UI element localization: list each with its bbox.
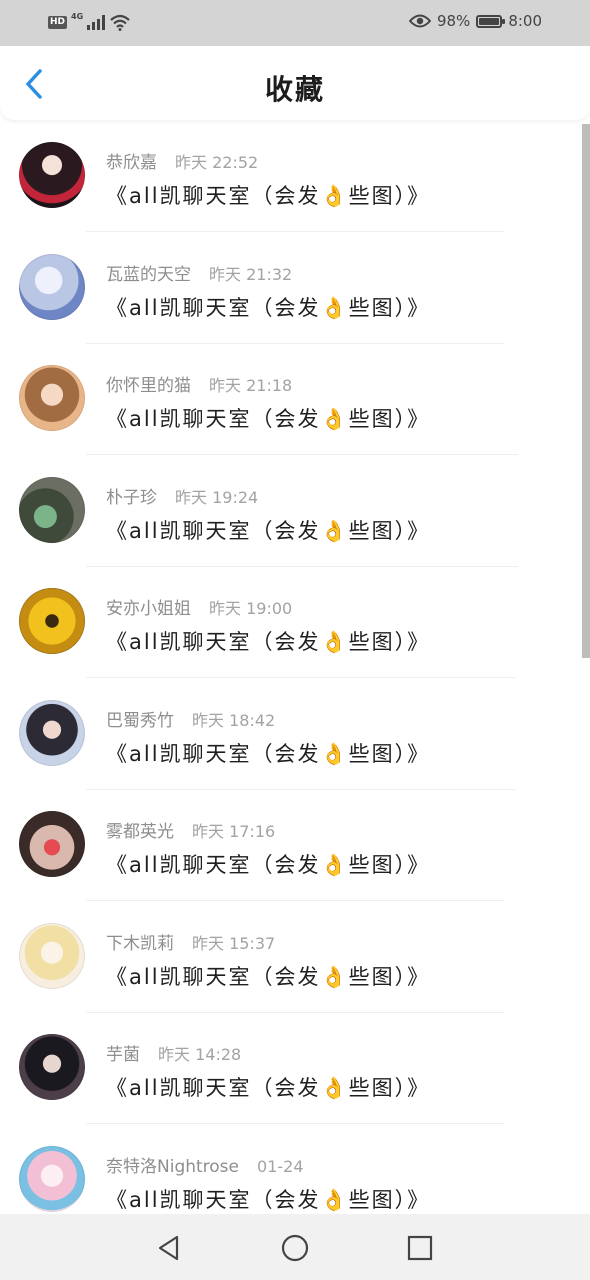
favorite-meta: 朴子珍 昨天 19:24 xyxy=(106,483,258,508)
favorite-message[interactable]: 《all凯聊天室（会发👌些图）》 xyxy=(106,961,430,991)
network-type: 4G xyxy=(71,11,84,21)
avatar[interactable] xyxy=(19,699,85,766)
timestamp: 昨天 21:32 xyxy=(209,264,293,284)
favorite-row[interactable]: 奈特洛Nightrose 01-24 《all凯聊天室（会发👌些图）》 xyxy=(0,1124,580,1215)
favorite-meta: 雾都英光 昨天 17:16 xyxy=(106,817,275,842)
favorite-message[interactable]: 《all凯聊天室（会发👌些图）》 xyxy=(106,738,430,768)
timestamp: 昨天 19:24 xyxy=(175,487,259,507)
author-name[interactable]: 奈特洛Nightrose xyxy=(106,1157,239,1177)
circle-home-icon xyxy=(281,1234,309,1262)
timestamp: 01-24 xyxy=(257,1156,304,1176)
timestamp: 昨天 17:16 xyxy=(192,822,276,841)
avatar[interactable] xyxy=(19,142,85,208)
favorite-message[interactable]: 《all凯聊天室（会发👌些图）》 xyxy=(106,1184,430,1214)
favorite-row[interactable]: 朴子珍 昨天 19:24 《all凯聊天室（会发👌些图）》 xyxy=(0,455,580,567)
nav-home-button[interactable] xyxy=(275,1228,315,1268)
favorite-meta: 巴蜀秀竹 昨天 18:42 xyxy=(106,706,275,731)
wifi-icon xyxy=(110,14,130,31)
avatar[interactable] xyxy=(19,253,85,320)
favorite-meta: 芋菌 昨天 14:28 xyxy=(106,1040,241,1065)
system-nav-bar xyxy=(0,1214,590,1280)
battery-percent: 98% xyxy=(436,12,471,30)
eye-icon xyxy=(408,14,431,28)
avatar[interactable] xyxy=(19,1145,85,1212)
page-title: 收藏 xyxy=(264,73,325,106)
triangle-back-icon xyxy=(158,1235,179,1261)
timestamp: 昨天 22:52 xyxy=(175,153,259,172)
avatar[interactable] xyxy=(19,588,85,654)
author-name[interactable]: 恭欣嘉 xyxy=(106,153,157,173)
author-name[interactable]: 芋菌 xyxy=(106,1045,140,1065)
favorite-meta: 安亦小姐姐 昨天 19:00 xyxy=(106,594,292,619)
avatar[interactable] xyxy=(19,476,85,543)
author-name[interactable]: 巴蜀秀竹 xyxy=(106,711,174,731)
favorite-meta: 瓦蓝的天空 昨天 21:32 xyxy=(106,260,292,285)
favorite-message[interactable]: 《all凯聊天室（会发👌些图）》 xyxy=(106,292,430,322)
nav-recents-button[interactable] xyxy=(400,1228,440,1268)
hd-badge: HD xyxy=(48,15,68,29)
status-right: 98% 8:00 xyxy=(408,12,542,30)
avatar[interactable] xyxy=(19,365,85,431)
signal-icon xyxy=(87,14,106,30)
timestamp: 昨天 15:37 xyxy=(192,933,276,953)
favorite-row[interactable]: 巴蜀秀竹 昨天 18:42 《all凯聊天室（会发👌些图）》 xyxy=(0,678,580,790)
avatar[interactable] xyxy=(19,811,85,877)
author-name[interactable]: 你怀里的猫 xyxy=(106,376,191,396)
author-name[interactable]: 朴子珍 xyxy=(106,488,157,508)
favorite-row[interactable]: 下木凯莉 昨天 15:37 《all凯聊天室（会发👌些图）》 xyxy=(0,901,580,1013)
favorite-row[interactable]: 安亦小姐姐 昨天 19:00 《all凯聊天室（会发👌些图）》 xyxy=(0,566,580,678)
favorite-meta: 恭欣嘉 昨天 22:52 xyxy=(106,148,258,173)
timestamp: 昨天 14:28 xyxy=(158,1045,242,1064)
favorite-meta: 奈特洛Nightrose 01-24 xyxy=(106,1152,304,1177)
author-name[interactable]: 瓦蓝的天空 xyxy=(106,265,191,285)
author-name[interactable]: 下木凯莉 xyxy=(106,934,174,954)
favorite-row[interactable]: 雾都英光 昨天 17:16 《all凯聊天室（会发👌些图）》 xyxy=(0,789,580,901)
square-recents-icon xyxy=(407,1235,433,1261)
favorite-message[interactable]: 《all凯聊天室（会发👌些图）》 xyxy=(106,849,430,879)
scrollbar[interactable] xyxy=(582,124,590,658)
author-name[interactable]: 安亦小姐姐 xyxy=(106,599,191,619)
favorites-list: 恭欣嘉 昨天 22:52 《all凯聊天室（会发👌些图）》 瓦蓝的天空 昨天 21:32… xyxy=(0,120,590,1214)
avatar[interactable] xyxy=(19,922,85,989)
favorite-row[interactable]: 你怀里的猫 昨天 21:18 《all凯聊天室（会发👌些图）》 xyxy=(0,343,580,455)
timestamp: 昨天 18:42 xyxy=(192,710,276,730)
timestamp: 昨天 19:00 xyxy=(209,599,293,618)
favorite-meta: 你怀里的猫 昨天 21:18 xyxy=(106,371,292,396)
clock: 8:00 xyxy=(508,12,542,30)
favorite-message[interactable]: 《all凯聊天室（会发👌些图）》 xyxy=(106,403,430,433)
favorite-message[interactable]: 《all凯聊天室（会发👌些图）》 xyxy=(106,180,430,210)
header-bar: 收藏 xyxy=(0,46,590,120)
status-bar: HD 4G 98% 8:00 xyxy=(0,0,590,46)
favorite-message[interactable]: 《all凯聊天室（会发👌些图）》 xyxy=(106,515,430,545)
favorite-message[interactable]: 《all凯聊天室（会发👌些图）》 xyxy=(106,1072,430,1102)
favorite-row[interactable]: 恭欣嘉 昨天 22:52 《all凯聊天室（会发👌些图）》 xyxy=(0,120,580,232)
nav-back-button[interactable] xyxy=(149,1228,189,1268)
favorite-row[interactable]: 芋菌 昨天 14:28 《all凯聊天室（会发👌些图）》 xyxy=(0,1012,580,1124)
timestamp: 昨天 21:18 xyxy=(209,376,293,395)
avatar[interactable] xyxy=(19,1034,85,1100)
author-name[interactable]: 雾都英光 xyxy=(106,822,174,842)
battery-icon xyxy=(476,14,506,28)
favorite-row[interactable]: 瓦蓝的天空 昨天 21:32 《all凯聊天室（会发👌些图）》 xyxy=(0,232,580,344)
favorite-meta: 下木凯莉 昨天 15:37 xyxy=(106,929,275,954)
status-left: HD 4G xyxy=(48,11,131,31)
favorite-message[interactable]: 《all凯聊天室（会发👌些图）》 xyxy=(106,626,430,656)
